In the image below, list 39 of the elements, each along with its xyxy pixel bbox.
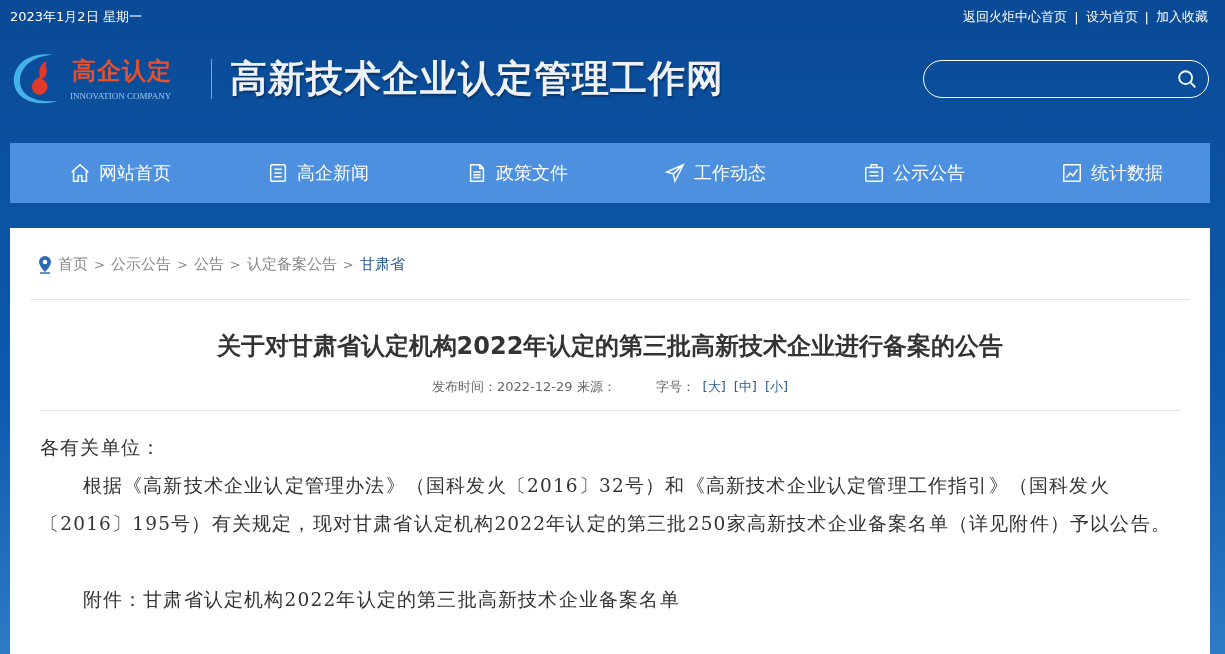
nav-item[interactable]: 统计数据 bbox=[1060, 161, 1163, 185]
breadcrumb-separator: > bbox=[342, 257, 354, 272]
font-size-link[interactable]: [小] bbox=[764, 378, 789, 396]
breadcrumb-link[interactable]: 公告 bbox=[193, 255, 224, 274]
breadcrumb-link[interactable]: 首页 bbox=[58, 255, 88, 274]
body-paragraph: 根据《高新技术企业认定管理办法》（国科发火〔2016〕32号）和《高新技术企业认定管理工作指引》（国科发火〔2016〕195号）有关规定，现对甘肃省认定机构2022年认定的第三批250家高新技术企业备案名单（详见附件）予以公告。 bbox=[40, 474, 1172, 536]
paper-plane-icon bbox=[664, 162, 687, 184]
search-icon[interactable] bbox=[1176, 68, 1198, 90]
chart-icon bbox=[1060, 162, 1083, 184]
logo-subtitle: INNOVATION COMPANY bbox=[70, 91, 172, 101]
font-size-link[interactable]: [中] bbox=[733, 378, 757, 396]
article-title: 关于对甘肃省认定机构2022年认定的第三批高新技术企业进行备案的公告 bbox=[215, 331, 1005, 362]
clipboard-icon bbox=[862, 162, 885, 184]
breadcrumb-link[interactable]: 甘肃省 bbox=[359, 255, 405, 274]
font-size-label: 字号： bbox=[655, 378, 695, 396]
top-link[interactable]: 加入收藏 bbox=[1156, 8, 1208, 26]
site-title: 高新技术企业认定管理工作网 bbox=[230, 55, 724, 102]
publish-info: 发布时间：2022-12-29 来源： bbox=[431, 378, 616, 396]
nav-item[interactable]: 高企新闻 bbox=[267, 161, 370, 185]
location-pin-icon bbox=[38, 255, 52, 274]
top-link[interactable]: 返回火炬中心首页 bbox=[963, 8, 1068, 26]
breadcrumb-link[interactable]: 认定备案公告 bbox=[246, 255, 337, 274]
separator-text: | bbox=[1074, 9, 1079, 25]
nav-item[interactable]: 政策文件 bbox=[465, 161, 568, 185]
top-link[interactable]: 设为首页 bbox=[1085, 8, 1138, 26]
date-text: 2023年1月2日 星期一 bbox=[10, 8, 142, 26]
breadcrumb-separator: > bbox=[176, 257, 188, 272]
body-paragraph: 附件：甘肃省认定机构2022年认定的第三批高新技术企业备案名单 bbox=[81, 588, 681, 612]
nav-item[interactable]: 工作动态 bbox=[664, 161, 767, 185]
separator-text: | bbox=[1144, 9, 1149, 25]
logo-name: 高企认定 bbox=[72, 55, 172, 87]
nav-item[interactable]: 网站首页 bbox=[69, 161, 171, 185]
breadcrumb-link[interactable]: 公示公告 bbox=[110, 255, 171, 274]
font-size-link[interactable]: [大] bbox=[702, 378, 726, 396]
nav-item[interactable]: 公示公告 bbox=[862, 161, 965, 185]
salutation-text: 各有关单位： bbox=[40, 436, 163, 460]
home-icon bbox=[69, 162, 91, 184]
breadcrumb-separator: > bbox=[229, 257, 241, 272]
breadcrumb-separator: > bbox=[94, 257, 105, 272]
